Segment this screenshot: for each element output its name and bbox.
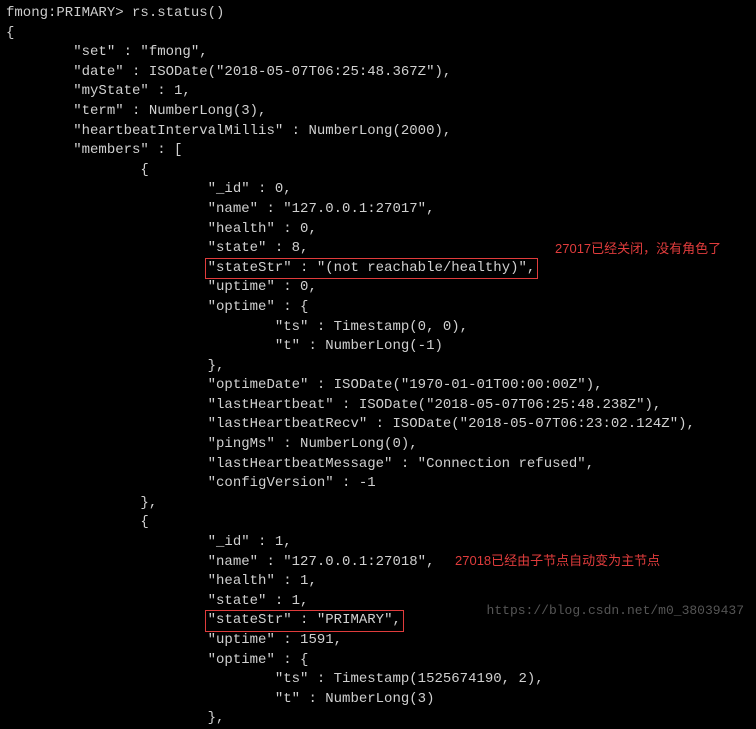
- highlight-box-statestr-1: "stateStr" : "(not reachable/healthy)",: [205, 258, 539, 280]
- code-line: },: [6, 357, 750, 377]
- code-line: "_id" : 1,: [6, 533, 750, 553]
- code-line-highlight: "stateStr" : "(not reachable/healthy)",: [6, 259, 750, 279]
- code-line: "_id" : 0,: [6, 180, 750, 200]
- code-line: {: [6, 161, 750, 181]
- code-line: "heartbeatIntervalMillis" : NumberLong(2…: [6, 122, 750, 142]
- code-line: },: [6, 494, 750, 514]
- command-input[interactable]: rs.status(): [132, 5, 224, 21]
- code-line: "lastHeartbeat" : ISODate("2018-05-07T06…: [6, 396, 750, 416]
- code-line: "health" : 1,: [6, 572, 750, 592]
- code-line: "t" : NumberLong(3): [6, 690, 750, 710]
- code-line: {: [6, 513, 750, 533]
- code-line: "lastHeartbeatRecv" : ISODate("2018-05-0…: [6, 415, 750, 435]
- code-line: "configVersion" : -1: [6, 474, 750, 494]
- code-line: "ts" : Timestamp(0, 0),: [6, 318, 750, 338]
- code-line: "optime" : {: [6, 298, 750, 318]
- code-line: {: [6, 24, 750, 44]
- terminal-output: fmong:PRIMARY> rs.status() { "set" : "fm…: [6, 4, 750, 729]
- prompt-line[interactable]: fmong:PRIMARY> rs.status(): [6, 4, 750, 24]
- code-line: "t" : NumberLong(-1): [6, 337, 750, 357]
- code-line: "term" : NumberLong(3),: [6, 102, 750, 122]
- code-line: "date" : ISODate("2018-05-07T06:25:48.36…: [6, 63, 750, 83]
- code-line: "optimeDate" : ISODate("1970-01-01T00:00…: [6, 376, 750, 396]
- code-line: "optime" : {: [6, 651, 750, 671]
- code-line: "lastHeartbeatMessage" : "Connection ref…: [6, 455, 750, 475]
- code-line: "uptime" : 1591,: [6, 631, 750, 651]
- code-line: "pingMs" : NumberLong(0),: [6, 435, 750, 455]
- code-line: "myState" : 1,: [6, 82, 750, 102]
- code-line: "ts" : Timestamp(1525674190, 2),: [6, 670, 750, 690]
- annotation-27018: 27018已经由子节点自动变为主节点: [455, 552, 660, 570]
- watermark-text: https://blog.csdn.net/m0_38039437: [487, 602, 744, 620]
- annotation-27017: 27017已经关闭，没有角色了: [555, 240, 721, 258]
- shell-prompt: fmong:PRIMARY>: [6, 5, 124, 21]
- code-line: "uptime" : 0,: [6, 278, 750, 298]
- code-line: "members" : [: [6, 141, 750, 161]
- code-line: "health" : 0,: [6, 220, 750, 240]
- highlight-box-statestr-2: "stateStr" : "PRIMARY",: [205, 610, 404, 632]
- code-line: "set" : "fmong",: [6, 43, 750, 63]
- code-line: "name" : "127.0.0.1:27017",: [6, 200, 750, 220]
- code-line: },: [6, 709, 750, 729]
